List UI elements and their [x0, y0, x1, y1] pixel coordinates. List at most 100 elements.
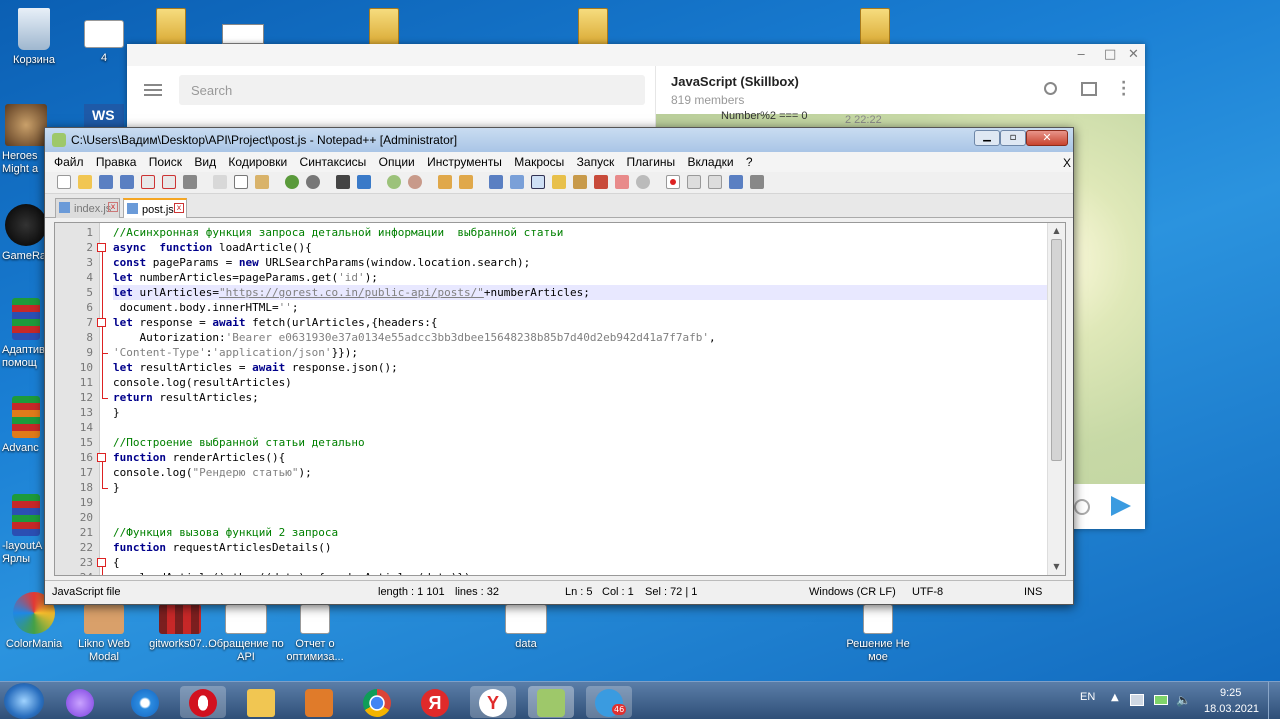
close-icon[interactable]: ✕ — [1128, 47, 1139, 62]
taskbar-notepadpp[interactable] — [528, 686, 574, 718]
menu-edit[interactable]: Правка — [96, 155, 137, 169]
code-line[interactable]: 'Content-Type':'application/json'}}); — [113, 345, 358, 360]
language-indicator[interactable]: EN — [1080, 691, 1095, 703]
menu-view[interactable]: Вид — [194, 155, 216, 169]
code-line[interactable]: document.body.innerHTML=''; — [113, 300, 299, 315]
taskbar-yandex[interactable]: Я — [412, 686, 458, 718]
open-file-icon[interactable] — [78, 175, 92, 189]
record-macro-icon[interactable] — [666, 175, 680, 189]
run-multiple-icon[interactable] — [729, 175, 743, 189]
fold-toggle-icon[interactable] — [97, 318, 106, 327]
vertical-scrollbar[interactable]: ▲ ▼ — [1047, 223, 1065, 575]
window-thumbnail-icon[interactable] — [222, 24, 264, 44]
cut-icon[interactable] — [213, 175, 227, 189]
monitor-icon[interactable] — [615, 175, 629, 189]
fold-toggle-icon[interactable] — [97, 243, 106, 252]
desktop-icon-gitworks[interactable]: gitworks07... — [142, 604, 218, 651]
code-line[interactable]: let response = await fetch(urlArticles,{… — [113, 315, 438, 330]
sync-v-icon[interactable] — [438, 175, 452, 189]
tab-index-js[interactable]: index.js x — [55, 198, 120, 218]
menu-language[interactable]: Синтаксисы — [300, 155, 367, 169]
ws-icon[interactable]: WS — [84, 104, 124, 128]
search-input[interactable]: Search — [179, 75, 645, 105]
zoom-in-icon[interactable] — [387, 175, 401, 189]
sidebar-toggle-icon[interactable] — [1081, 82, 1097, 96]
copy-icon[interactable] — [234, 175, 248, 189]
more-icon[interactable]: · · · — [1121, 76, 1126, 102]
start-button[interactable] — [4, 683, 44, 719]
folder-icon[interactable] — [369, 8, 399, 46]
menu-window[interactable]: Вкладки — [688, 155, 734, 169]
find-icon[interactable] — [336, 175, 350, 189]
network-icon[interactable] — [1130, 694, 1144, 706]
taskbar-opera[interactable] — [180, 686, 226, 718]
desktop-icon-likno[interactable]: Likno Web Modal — [66, 604, 142, 664]
fold-toggle-icon[interactable] — [97, 453, 106, 462]
save-all-icon[interactable] — [120, 175, 134, 189]
sync-h-icon[interactable] — [459, 175, 473, 189]
close-button[interactable]: ✕ — [1026, 130, 1068, 146]
tray-expand-icon[interactable]: ▲ — [1111, 692, 1119, 703]
taskbar-telegram[interactable]: 46 — [586, 686, 632, 718]
code-line[interactable]: let urlArticles="https://gorest.co.in/pu… — [113, 285, 1047, 300]
close-all-icon[interactable] — [162, 175, 176, 189]
code-line[interactable]: async function loadArticle(){ — [113, 240, 312, 255]
code-line[interactable]: } — [113, 405, 120, 420]
new-file-icon[interactable] — [57, 175, 71, 189]
code-line[interactable]: //Функция вызова функций 2 запроса — [113, 525, 338, 540]
code-line[interactable]: console.log(resultArticles) — [113, 375, 292, 390]
show-desktop-button[interactable] — [1268, 682, 1280, 719]
desktop-icon-recycle-bin[interactable]: Корзина — [0, 8, 72, 67]
paste-icon[interactable] — [255, 175, 269, 189]
menu-search[interactable]: Поиск — [149, 155, 182, 169]
desktop-icon-obrashenie[interactable]: Обращение по API — [208, 604, 284, 664]
minimize-icon[interactable]: ‒ — [1077, 47, 1085, 62]
notepadpp-titlebar[interactable]: C:\Users\Вадим\Desktop\API\Project\post.… — [45, 128, 1073, 152]
menu-tools[interactable]: Инструменты — [427, 155, 502, 169]
code-line[interactable]: //Построение выбранной статьи детально — [113, 435, 365, 450]
function-list-icon[interactable] — [573, 175, 587, 189]
code-line[interactable]: Autorization:'Bearer e0631930e37a0134e55… — [113, 330, 715, 345]
menu-run[interactable]: Запуск — [577, 155, 615, 169]
tab-close-icon[interactable]: x — [108, 202, 118, 212]
code-line[interactable]: return resultArticles; — [113, 390, 259, 405]
status-eol[interactable]: Windows (CR LF) — [809, 586, 896, 598]
eye-icon[interactable] — [636, 175, 650, 189]
taskbar-explorer[interactable] — [238, 686, 284, 718]
menu-close[interactable]: X — [1063, 156, 1071, 170]
code-line[interactable]: const pageParams = new URLSearchParams(w… — [113, 255, 530, 270]
code-area[interactable]: //Асинхронная функция запроса детальной … — [97, 223, 1047, 575]
fold-toggle-icon[interactable] — [97, 558, 106, 567]
code-line[interactable]: let resultArticles = await response.json… — [113, 360, 398, 375]
menu-macro[interactable]: Макросы — [514, 155, 564, 169]
doc-map-icon[interactable] — [552, 175, 566, 189]
code-line[interactable]: function renderArticles(){ — [113, 450, 285, 465]
folder-icon[interactable] — [156, 8, 186, 46]
volume-icon[interactable]: 🔈 — [1176, 693, 1191, 707]
folder-icon[interactable] — [860, 8, 890, 46]
tab-close-icon[interactable]: x — [174, 203, 184, 213]
hamburger-menu-icon[interactable] — [144, 84, 162, 96]
code-line[interactable]: function requestArticlesDetails() — [113, 540, 332, 555]
code-line[interactable]: //Асинхронная функция запроса детальной … — [113, 225, 563, 240]
indent-guide-icon[interactable] — [531, 175, 545, 189]
desktop-icon-data[interactable]: data — [488, 604, 564, 651]
status-encoding[interactable]: UTF-8 — [912, 586, 943, 598]
save-icon[interactable] — [99, 175, 113, 189]
maximize-button[interactable]: ▫ — [1000, 130, 1026, 146]
folder-workspace-icon[interactable] — [594, 175, 608, 189]
scrollbar-thumb[interactable] — [1051, 239, 1062, 461]
play-macro-icon[interactable] — [708, 175, 722, 189]
print-icon[interactable] — [183, 175, 197, 189]
chat-title[interactable]: JavaScript (Skillbox) — [671, 74, 799, 89]
battery-icon[interactable] — [1154, 695, 1168, 705]
menu-file[interactable]: Файл — [54, 155, 84, 169]
desktop-icon-otchet[interactable]: Отчет о оптимиза... — [277, 604, 353, 664]
clock-date[interactable]: 18.03.2021 — [1204, 703, 1259, 715]
send-icon[interactable] — [1111, 496, 1131, 516]
taskbar-alice[interactable] — [57, 686, 103, 718]
scroll-down-arrow[interactable]: ▼ — [1048, 559, 1065, 575]
code-editor[interactable]: 123456789101112131415161718192021222324 … — [54, 222, 1066, 576]
telegram-titlebar[interactable]: ‒ □ ✕ — [127, 44, 1145, 66]
taskbar-yandex-browser[interactable]: Y — [470, 686, 516, 718]
